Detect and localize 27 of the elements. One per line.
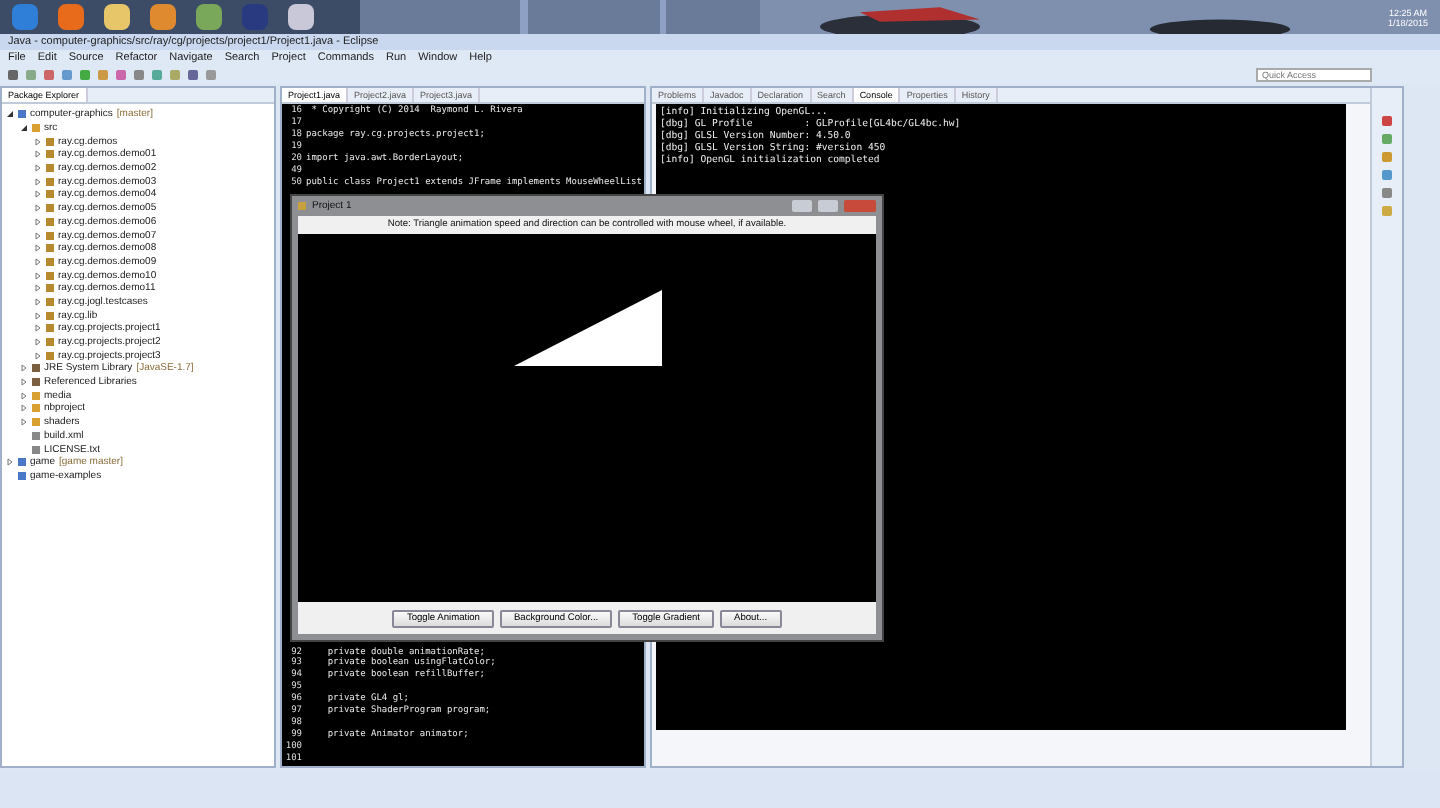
- start-button[interactable]: [12, 4, 38, 30]
- expand-arrow-icon[interactable]: [34, 351, 42, 360]
- expand-arrow-icon[interactable]: [34, 338, 42, 347]
- expand-arrow-icon[interactable]: [34, 244, 42, 253]
- expand-arrow-icon[interactable]: [34, 324, 42, 333]
- expand-arrow-icon[interactable]: [34, 311, 42, 320]
- expand-arrow-icon[interactable]: [34, 297, 42, 306]
- expand-arrow-icon[interactable]: [34, 177, 42, 186]
- collapse-arrow-icon[interactable]: [6, 110, 14, 119]
- expand-arrow-icon[interactable]: [34, 231, 42, 240]
- expand-arrow-icon[interactable]: [34, 137, 42, 146]
- expand-arrow-icon[interactable]: [34, 204, 42, 213]
- expand-arrow-icon[interactable]: [34, 150, 42, 159]
- expand-arrow-icon[interactable]: [20, 391, 28, 400]
- expand-arrow-icon[interactable]: [20, 404, 28, 413]
- expand-arrow-icon[interactable]: [34, 284, 42, 293]
- expand-arrow-icon[interactable]: [20, 418, 28, 427]
- expand-arrow-icon[interactable]: [34, 257, 42, 266]
- project-icon: [18, 110, 26, 119]
- expand-arrow-icon[interactable]: [20, 378, 28, 387]
- expand-arrow-icon[interactable]: [20, 364, 28, 373]
- collapse-arrow-icon[interactable]: [20, 124, 28, 133]
- expand-arrow-icon[interactable]: [34, 271, 42, 280]
- expand-arrow-icon[interactable]: [34, 190, 42, 199]
- expand-arrow-icon[interactable]: [34, 164, 42, 173]
- expand-arrow-icon[interactable]: [6, 458, 14, 467]
- expand-arrow-icon[interactable]: [34, 217, 42, 226]
